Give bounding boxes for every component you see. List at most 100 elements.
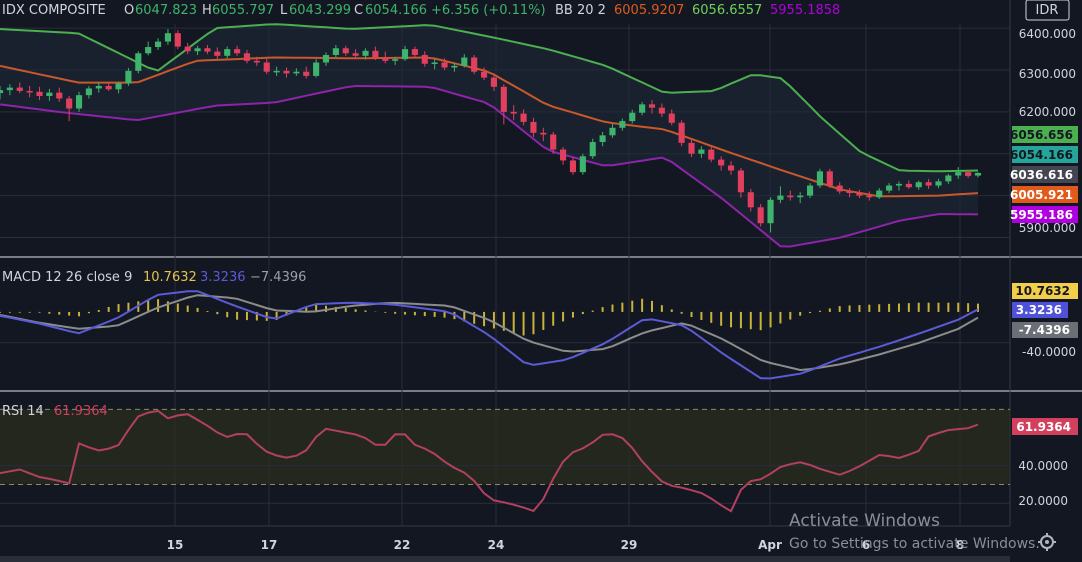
ohlc-open-value: 6047.823 [135, 3, 197, 18]
time-label: 17 [261, 538, 278, 552]
candle-body [895, 183, 903, 186]
rsi-axis-tick: 20.0000 [1018, 494, 1068, 508]
time-label: 15 [167, 538, 184, 552]
candle-body [75, 95, 83, 109]
candle-body [421, 54, 428, 64]
candle-body [797, 195, 804, 198]
candle-body [678, 122, 685, 143]
price-tick: 6200.000 [1019, 105, 1076, 119]
time-label: 22 [394, 538, 411, 552]
candle-body [767, 199, 774, 224]
candle-body [688, 142, 695, 154]
macd-legend: MACD 12 26 close 9 10.7632 3.3236 −7.439… [2, 270, 306, 285]
candle-body [174, 33, 181, 47]
candle-body [915, 182, 922, 188]
candle-body [234, 49, 241, 54]
candle-body [461, 57, 468, 66]
macd-signal-value: −7.4396 [250, 270, 306, 285]
candle-body [520, 113, 527, 122]
candle-body [26, 90, 33, 93]
candle-body [204, 48, 211, 52]
svg-text:6056.656: 6056.656 [1010, 128, 1073, 142]
svg-text:6005.921: 6005.921 [1010, 188, 1073, 202]
rsi-label: RSI 14 [2, 404, 44, 419]
candle-body [718, 159, 725, 166]
candle-body [66, 98, 73, 109]
candle-body [214, 51, 221, 56]
candle-body [85, 88, 92, 96]
candle-body [955, 172, 962, 176]
candle-body [56, 92, 63, 99]
macd-signal-badge: -7.4396 [1012, 322, 1078, 338]
candle-body [560, 149, 567, 161]
ohlc-low-value: 6043.299 [289, 3, 351, 18]
candle-body [243, 53, 251, 61]
rsi-band [0, 409, 1010, 485]
candle-body [46, 92, 53, 96]
candle-body [965, 172, 972, 176]
candle-body [530, 121, 537, 133]
candle-body [342, 48, 349, 54]
candle-body [925, 182, 932, 186]
candle-body [451, 65, 458, 68]
price-tick: 6300.000 [1019, 67, 1076, 81]
candle-body [619, 121, 626, 128]
candle-body [737, 170, 744, 193]
macd-hist-value: 10.7632 [143, 270, 197, 285]
candle-body [698, 149, 705, 154]
candle-body [6, 87, 13, 91]
time-label: 29 [621, 538, 638, 552]
candle-body [36, 91, 43, 96]
candle-body [658, 107, 665, 114]
candle-body [273, 70, 280, 73]
bb-mid-value: 6005.9207 [614, 3, 684, 18]
price-tick: 6400.000 [1019, 27, 1076, 41]
header-legend: IDX COMPOSITE O 6047.823 H 6055.797 L 60… [2, 3, 840, 18]
currency-button[interactable]: IDR [1025, 0, 1070, 21]
candle-body [747, 192, 754, 208]
activate-windows-title: Activate Windows [789, 511, 940, 531]
candle-body [757, 207, 764, 224]
candle-body [313, 62, 320, 76]
candle-body [332, 48, 339, 55]
price-change: +6.356 (+0.11%) [431, 3, 546, 18]
candle-body [105, 85, 112, 90]
rsi-legend: RSI 14 61.9364 [2, 404, 108, 419]
candle-body [145, 47, 152, 54]
candle-body [589, 142, 596, 157]
candle-body [392, 59, 399, 61]
macd-axis-tick: -40.0000 [1022, 345, 1076, 359]
current-badge: 6036.616 [1010, 166, 1078, 183]
candle-body [974, 172, 982, 176]
candle-body [95, 85, 102, 89]
svg-text:10.7632: 10.7632 [1015, 284, 1070, 298]
candle-body [510, 111, 517, 114]
candle-body [253, 60, 260, 63]
candle-body [599, 135, 606, 143]
svg-text:3.3236: 3.3236 [1016, 303, 1062, 317]
candle-body [401, 49, 409, 60]
svg-text:5955.186: 5955.186 [1010, 208, 1073, 222]
candle-body [708, 149, 715, 160]
candle-body [945, 175, 952, 182]
macd-hist-badge: 10.7632 [1012, 283, 1078, 299]
candle-body [550, 134, 557, 150]
candle-body [372, 50, 379, 58]
candle-body [629, 112, 636, 122]
candle-body [382, 57, 389, 61]
bb-label: BB 20 2 [555, 3, 606, 18]
time-label: Apr [758, 538, 782, 552]
candle-body [164, 33, 172, 42]
candle-body [135, 53, 142, 71]
macd-line-badge: 3.3236 [1012, 302, 1068, 318]
ohlc-high-value: 6055.797 [212, 3, 274, 18]
candle-body [411, 49, 418, 55]
chart-canvas[interactable]: 6400.000 6300.000 6200.000 5900.000 6056… [0, 0, 1082, 562]
candle-body [777, 195, 784, 200]
svg-text:61.9364: 61.9364 [1016, 420, 1071, 434]
time-scrollbar[interactable] [0, 556, 1010, 562]
candle-body [303, 71, 310, 76]
ohlc-low-key: L [280, 3, 288, 18]
svg-text:-7.4396: -7.4396 [1019, 323, 1070, 337]
candle-body [115, 83, 122, 90]
